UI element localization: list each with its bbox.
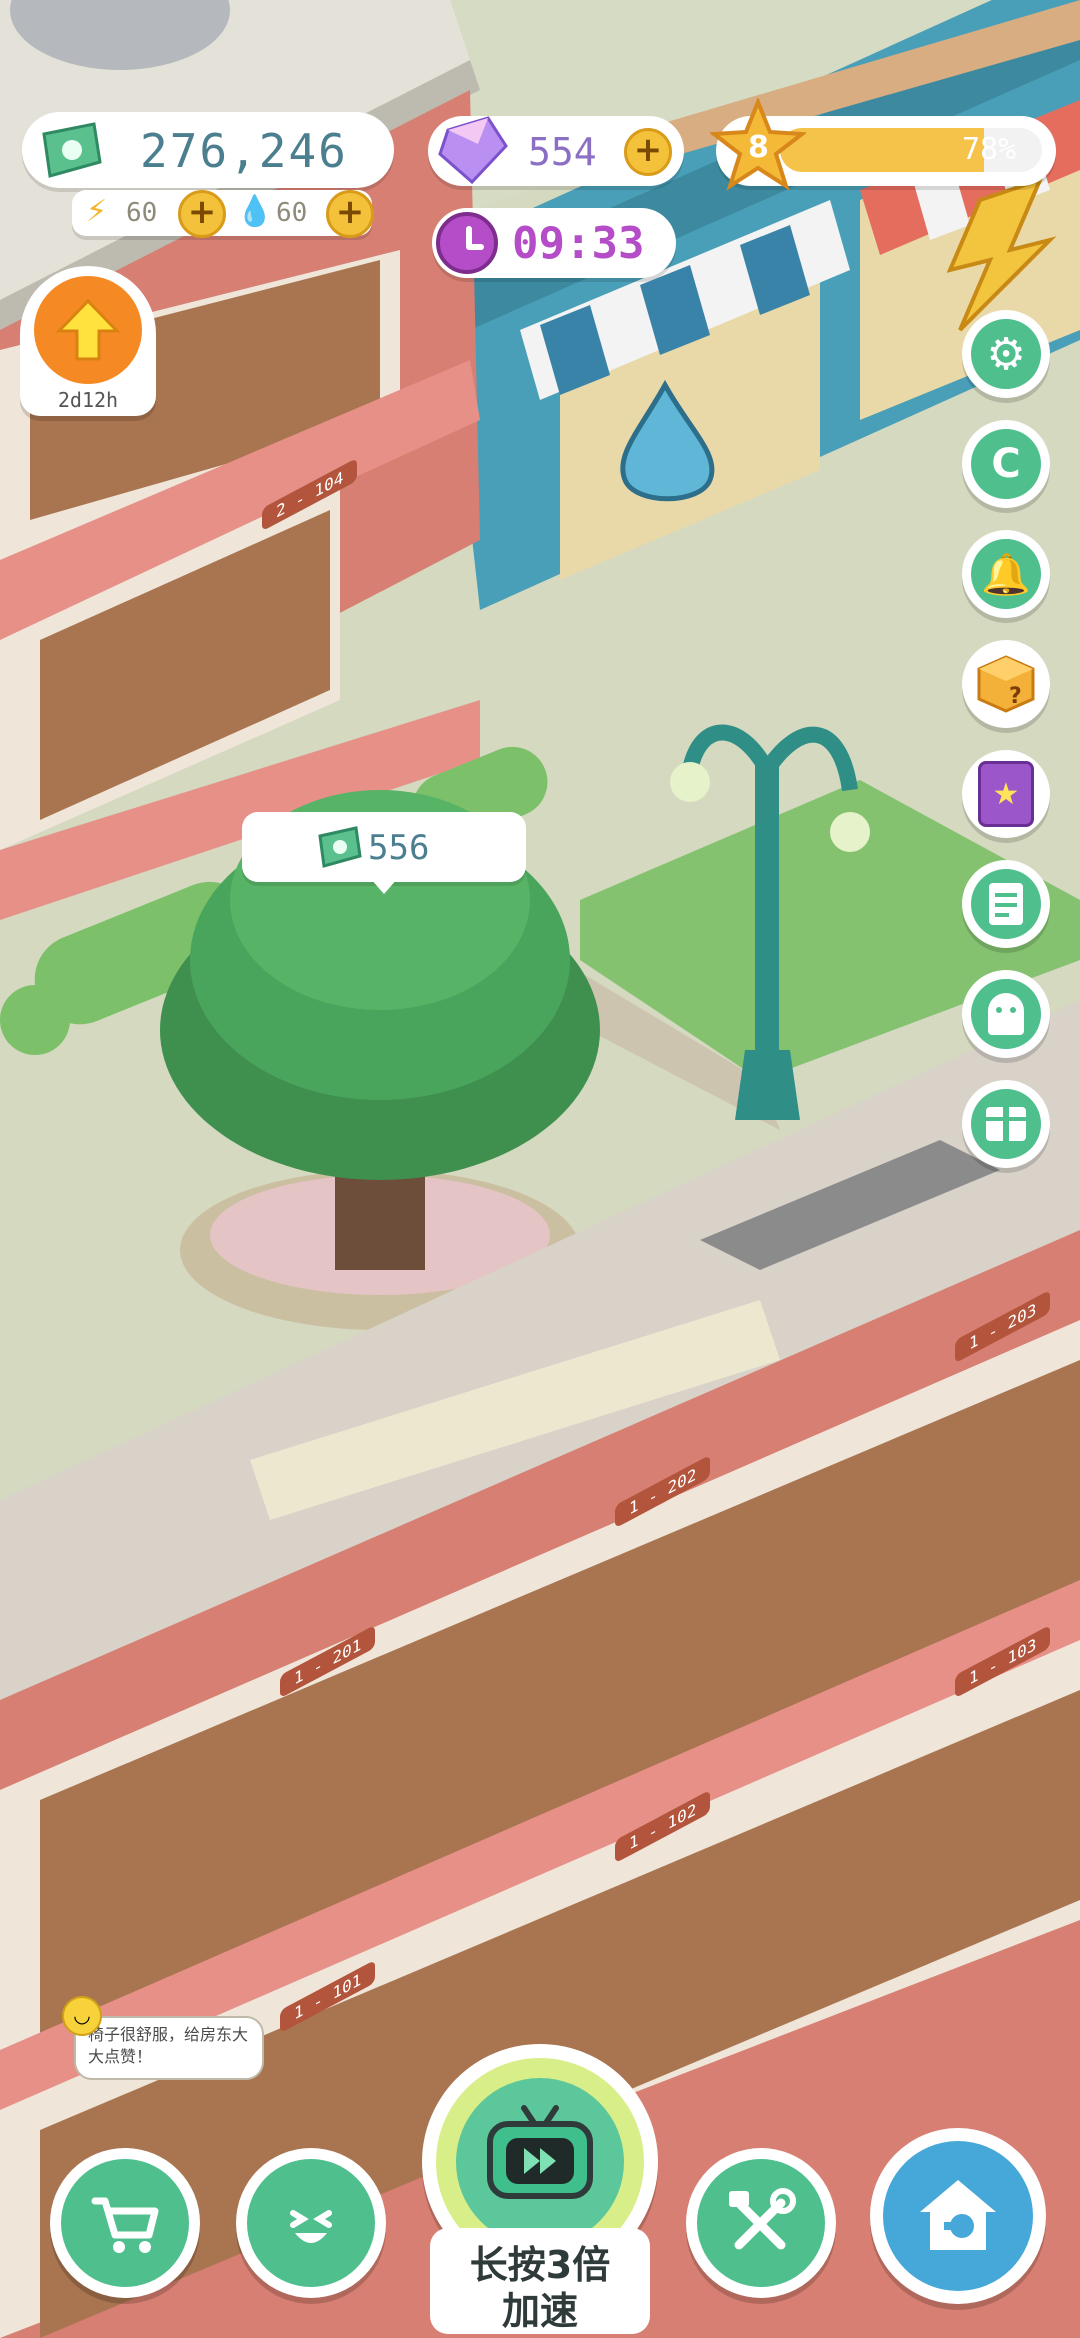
water-plus-button[interactable]: +: [326, 190, 374, 238]
gem-amount: 554: [528, 130, 597, 174]
upgrade-button[interactable]: 2d12h: [20, 266, 156, 416]
gift-icon: [971, 1089, 1041, 1159]
level-star-icon: 8: [708, 96, 808, 194]
water-amount: 60: [276, 198, 308, 228]
home-button[interactable]: [870, 2128, 1046, 2304]
gem-icon: [432, 110, 514, 194]
timer-text: 09:33: [512, 218, 645, 269]
ghost-icon: [971, 979, 1041, 1049]
tenant-emoji-icon: ◡: [62, 1996, 102, 2036]
cash-amount: 276,246: [140, 124, 348, 178]
level-progress-text: 78%: [962, 132, 1017, 167]
level-progress-fill: [780, 128, 985, 172]
scene-art: [0, 0, 1080, 2338]
upgrade-time-left: 2d12h: [57, 388, 119, 412]
coupon-button[interactable]: C: [962, 420, 1050, 508]
coupon-icon: C: [971, 429, 1041, 499]
tools-button[interactable]: [686, 2148, 836, 2298]
water-icon: 💧: [236, 194, 274, 229]
notification-button[interactable]: 🔔: [962, 530, 1050, 618]
upgrade-arrow-icon: [34, 276, 142, 384]
energy-plus-button[interactable]: +: [178, 190, 226, 238]
cart-icon: [61, 2159, 189, 2287]
clock-icon: [436, 212, 498, 274]
home-icon: [883, 2141, 1033, 2291]
ghost-button[interactable]: [962, 970, 1050, 1058]
energy-water-panel: ⚡ 60 + 💧 60 +: [72, 190, 374, 238]
gift-button[interactable]: [962, 1080, 1050, 1168]
cash-icon: [32, 120, 104, 180]
settings-button[interactable]: ⚙: [962, 310, 1050, 398]
smile-icon: [247, 2159, 375, 2287]
bell-icon: 🔔: [971, 539, 1041, 609]
tree-income-bubble[interactable]: 556: [242, 812, 526, 894]
speed-button-label-box: 长按3倍 加速: [430, 2228, 650, 2334]
gem-panel[interactable]: 554 +: [428, 116, 684, 186]
notes-icon: [971, 869, 1041, 939]
star-book-icon: ★: [978, 761, 1034, 827]
mystery-box-icon: ?: [977, 655, 1035, 713]
shop-button[interactable]: [50, 2148, 200, 2298]
notes-button[interactable]: [962, 860, 1050, 948]
tree-income-amount: 556: [368, 828, 430, 868]
level-number: 8: [748, 130, 769, 165]
energy-amount: 60: [126, 198, 158, 228]
cash-panel[interactable]: 276,246: [22, 112, 394, 188]
gem-plus-button[interactable]: +: [624, 128, 672, 176]
svg-text:?: ?: [1009, 684, 1022, 709]
mystery-box-button[interactable]: ?: [962, 640, 1050, 728]
tv-speed-icon: [484, 2104, 596, 2200]
star-book-button[interactable]: ★: [962, 750, 1050, 838]
level-panel[interactable]: 78% 8: [708, 96, 1056, 191]
speed-boost-button[interactable]: 长按3倍 加速: [422, 2044, 658, 2334]
tenant-speech-text: 椅子很舒服，给房东大大点赞！: [88, 2025, 249, 2066]
social-button[interactable]: [236, 2148, 386, 2298]
game-scene[interactable]: 2 - 104 1 - 203 1 - 202 1 - 201 1 - 103 …: [0, 0, 1080, 2338]
timer-panel: 09:33: [432, 208, 676, 278]
gear-icon: ⚙: [971, 319, 1041, 389]
energy-icon: ⚡: [86, 194, 108, 229]
speed-label-line2: 加速: [501, 2289, 578, 2333]
tools-icon: [697, 2159, 825, 2287]
cash-icon-small: [312, 826, 364, 872]
tenant-speech-bubble: 椅子很舒服，给房东大大点赞！: [74, 2016, 264, 2080]
